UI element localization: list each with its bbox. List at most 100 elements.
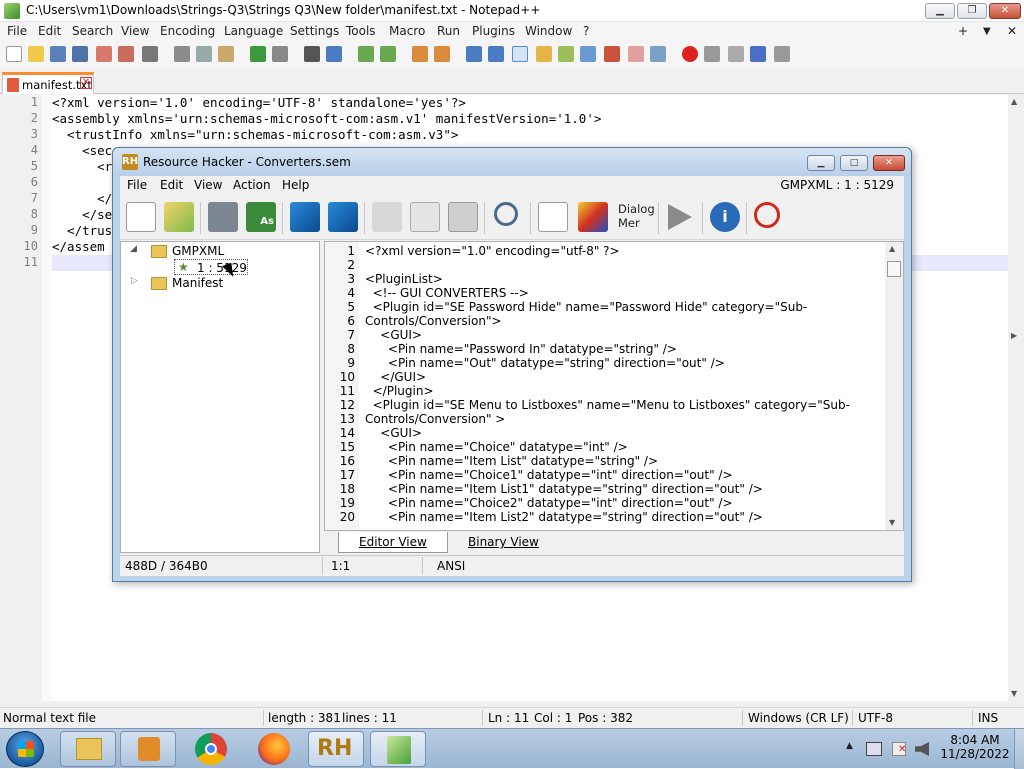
- npp-menu-plugins[interactable]: Plugins: [472, 24, 515, 38]
- show-all-chars-icon[interactable]: [488, 46, 504, 62]
- rh-vertical-scrollbar[interactable]: ▲ ▼: [885, 242, 903, 530]
- rh-menu-file[interactable]: File: [127, 178, 147, 192]
- save-icon[interactable]: [50, 46, 66, 62]
- sync-vertical-icon[interactable]: [412, 46, 428, 62]
- open-file-icon[interactable]: [164, 202, 194, 232]
- save-as-icon[interactable]: As: [246, 202, 276, 232]
- compile-run-icon[interactable]: [668, 204, 692, 230]
- scroll-up-arrow-icon[interactable]: ▲: [1011, 97, 1017, 106]
- taskbar-notepadpp[interactable]: [370, 731, 426, 767]
- dialog-menu-editor-icon[interactable]: Dialog Mer: [618, 202, 655, 230]
- tree-node-gmpxml[interactable]: GMPXML: [172, 244, 224, 258]
- replace-icon[interactable]: [326, 46, 342, 62]
- chrome-icon[interactable]: [195, 733, 227, 765]
- npp-tab-list-down-icon[interactable]: ▼: [983, 26, 991, 37]
- save-icon[interactable]: [208, 202, 238, 232]
- tree-node-manifest[interactable]: Manifest: [172, 276, 223, 290]
- back-arrow-icon[interactable]: [290, 202, 320, 232]
- cut-icon[interactable]: [372, 202, 402, 232]
- npp-menu-help[interactable]: ?: [583, 24, 589, 38]
- indent-guide-icon[interactable]: [512, 46, 528, 62]
- npp-menu-tools[interactable]: Tools: [346, 24, 376, 38]
- new-file-icon[interactable]: [6, 46, 22, 62]
- scroll-right-arrow-icon[interactable]: ▶: [1011, 331, 1017, 340]
- save-macro-icon[interactable]: [774, 46, 790, 62]
- npp-menu-window[interactable]: Window: [525, 24, 572, 38]
- doc-map-icon[interactable]: [558, 46, 574, 62]
- npp-vertical-scrollbar[interactable]: ▲ ▶ ▼: [1008, 95, 1024, 701]
- show-desktop-button[interactable]: [1014, 729, 1024, 769]
- show-hidden-icons-arrow-icon[interactable]: ▲: [846, 741, 853, 751]
- paste-icon[interactable]: [218, 46, 234, 62]
- scroll-down-arrow-icon[interactable]: ▼: [889, 518, 895, 527]
- rh-minimize-button[interactable]: ▁: [807, 155, 835, 171]
- rh-close-button[interactable]: ✕: [873, 155, 905, 171]
- tree-collapse-arrow-icon[interactable]: ▷: [131, 276, 138, 286]
- volume-icon[interactable]: [915, 742, 929, 756]
- rh-script-editor[interactable]: 1 2 3 4 5 6 7 8 9 10 11 12 13 14 15 16 1…: [324, 241, 904, 531]
- zoom-in-icon[interactable]: [358, 46, 374, 62]
- tab-manifest-txt[interactable]: manifest.txt ✕: [2, 72, 94, 94]
- npp-menu-file[interactable]: File: [7, 24, 27, 38]
- rh-menu-view[interactable]: View: [194, 178, 222, 192]
- npp-maximize-button[interactable]: ❐: [957, 3, 987, 19]
- scroll-up-arrow-icon[interactable]: ▲: [889, 244, 895, 253]
- close-all-icon[interactable]: [118, 46, 134, 62]
- find-icon[interactable]: [304, 46, 320, 62]
- action-center-flag-icon[interactable]: ✕: [892, 742, 906, 756]
- run-macro-multiple-icon[interactable]: [750, 46, 766, 62]
- npp-new-tab-plus-icon[interactable]: +: [958, 24, 968, 38]
- zoom-out-icon[interactable]: [380, 46, 396, 62]
- play-macro-icon[interactable]: [728, 46, 744, 62]
- rh-menu-help[interactable]: Help: [282, 178, 309, 192]
- taskbar-explorer[interactable]: [60, 731, 116, 767]
- rh-resource-tree[interactable]: ◢ GMPXML ★ 1 : 5129 ▷ Manifest: [120, 241, 320, 553]
- scroll-thumb[interactable]: [887, 261, 901, 277]
- npp-menu-encoding[interactable]: Encoding: [160, 24, 215, 38]
- tree-node-selected[interactable]: ★ 1 : 5129: [174, 259, 248, 275]
- npp-menu-edit[interactable]: Edit: [38, 24, 61, 38]
- save-all-icon[interactable]: [72, 46, 88, 62]
- word-wrap-icon[interactable]: [466, 46, 482, 62]
- copy-icon[interactable]: [196, 46, 212, 62]
- npp-menu-view[interactable]: View: [121, 24, 149, 38]
- tab-binary-view[interactable]: Binary View: [448, 532, 559, 553]
- record-macro-icon[interactable]: [682, 46, 698, 62]
- new-script-icon[interactable]: [126, 202, 156, 232]
- tree-expand-arrow-icon[interactable]: ◢: [130, 244, 137, 254]
- cut-icon[interactable]: [174, 46, 190, 62]
- sync-horizontal-icon[interactable]: [434, 46, 450, 62]
- npp-menu-settings[interactable]: Settings: [290, 24, 339, 38]
- redo-icon[interactable]: [272, 46, 288, 62]
- npp-menu-macro[interactable]: Macro: [389, 24, 425, 38]
- tab-editor-view[interactable]: Editor View: [338, 532, 448, 553]
- npp-minimize-button[interactable]: ▁: [925, 3, 955, 19]
- scroll-down-arrow-icon[interactable]: ▼: [1011, 689, 1017, 698]
- npp-menu-search[interactable]: Search: [72, 24, 113, 38]
- udl-icon[interactable]: [536, 46, 552, 62]
- npp-close-button[interactable]: ✕: [989, 3, 1021, 19]
- firefox-icon[interactable]: [258, 733, 290, 765]
- power-exit-icon[interactable]: [754, 202, 780, 228]
- system-clock[interactable]: 8:04 AM 11/28/2022: [940, 733, 1010, 761]
- monitoring-icon[interactable]: [650, 46, 666, 62]
- function-list-icon[interactable]: [580, 46, 596, 62]
- npp-menu-run[interactable]: Run: [437, 24, 460, 38]
- print-icon[interactable]: [142, 46, 158, 62]
- network-icon[interactable]: [866, 742, 882, 756]
- stop-macro-icon[interactable]: [704, 46, 720, 62]
- taskbar-media-player[interactable]: [120, 731, 176, 767]
- fold-margin[interactable]: [42, 95, 52, 701]
- start-button[interactable]: [6, 731, 44, 767]
- add-resource-icon[interactable]: [538, 202, 568, 232]
- search-icon[interactable]: [494, 202, 518, 226]
- forward-arrow-icon[interactable]: [328, 202, 358, 232]
- paste-icon[interactable]: [448, 202, 478, 232]
- doc-list-icon[interactable]: [628, 46, 644, 62]
- rh-menu-action[interactable]: Action: [233, 178, 271, 192]
- add-image-icon[interactable]: [578, 202, 608, 232]
- npp-menu-language[interactable]: Language: [224, 24, 283, 38]
- npp-close-doc-icon[interactable]: ✕: [1007, 24, 1017, 38]
- close-file-icon[interactable]: [96, 46, 112, 62]
- taskbar-resource-hacker[interactable]: RH: [308, 731, 364, 767]
